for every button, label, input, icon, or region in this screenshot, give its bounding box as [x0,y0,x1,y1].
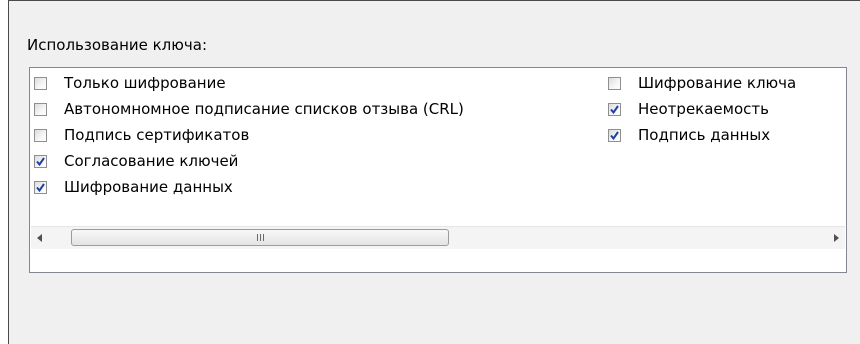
checkbox[interactable] [608,102,621,116]
checkbox[interactable] [34,102,47,116]
key-usage-label: Использование ключа: [27,36,207,54]
key-usage-list[interactable]: Только шифрование Автономномное подписан… [29,67,847,273]
key-usage-item-digital-signature[interactable]: Подпись данных [608,124,770,146]
check-icon [610,130,619,140]
scroll-thumb[interactable] [71,229,449,246]
key-usage-item-key-encipherment[interactable]: Шифрование ключа [608,72,796,94]
checkbox[interactable] [608,128,621,142]
key-usage-item-data-encipherment[interactable]: Шифрование данных [34,176,233,198]
item-label: Подпись данных [638,126,771,144]
item-label: Шифрование данных [64,178,233,196]
checkbox[interactable] [34,180,47,194]
item-label: Неотрекаемость [638,100,769,118]
check-icon [36,182,45,192]
checkbox[interactable] [34,128,47,142]
check-icon [610,104,619,114]
scroll-right-button[interactable] [827,227,845,249]
checkbox[interactable] [34,76,47,90]
item-label: Автономномное подписание списков отзыва … [64,100,464,118]
key-usage-item-certificate-signing[interactable]: Подпись сертификатов [34,124,249,146]
key-usage-item-non-repudiation[interactable]: Неотрекаемость [608,98,769,120]
grip-icon [256,234,264,241]
item-label: Только шифрование [64,74,226,92]
key-usage-item-key-agreement[interactable]: Согласование ключей [34,150,238,172]
left-arrow-icon [37,234,42,242]
scroll-left-button[interactable] [31,227,49,249]
item-label: Шифрование ключа [638,74,797,92]
check-icon [36,156,45,166]
checkbox[interactable] [34,154,47,168]
checkbox[interactable] [608,76,621,90]
key-usage-item-offline-crl-signing[interactable]: Автономномное подписание списков отзыва … [34,98,464,120]
right-arrow-icon [834,234,839,242]
dialog-frame: Использование ключа: Только шифрование А… [8,0,860,344]
key-usage-item-encipher-only[interactable]: Только шифрование [34,72,226,94]
item-label: Подпись сертификатов [64,126,250,144]
horizontal-scrollbar[interactable] [31,226,845,249]
item-label: Согласование ключей [64,152,239,170]
